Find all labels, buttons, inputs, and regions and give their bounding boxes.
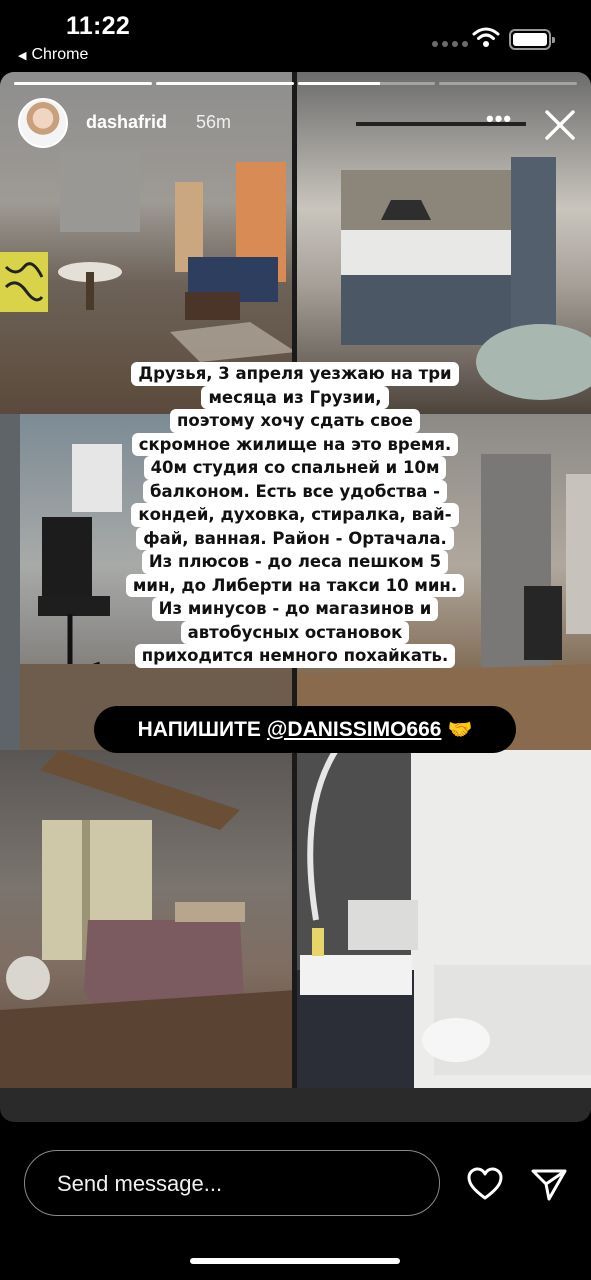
caption-line: месяца из Грузии, bbox=[201, 385, 389, 409]
story-timestamp: 56m bbox=[196, 112, 232, 132]
status-bar: 11:22 ◀ Chrome bbox=[0, 0, 591, 70]
caption-line: Друзья, 3 апреля уезжаю на три bbox=[131, 362, 459, 386]
story-segment bbox=[439, 82, 577, 85]
back-app-label: Chrome bbox=[31, 46, 89, 63]
story-caption: Друзья, 3 апреля уезжаю на три месяца из … bbox=[125, 362, 465, 668]
cellular-signal-icon bbox=[432, 41, 468, 47]
triangle-left-icon: ◀ bbox=[18, 49, 27, 62]
status-time: 11:22 bbox=[66, 12, 131, 40]
caption-line: Из минусов - до магазинов и bbox=[151, 597, 439, 621]
handshake-icon: 🤝 bbox=[447, 719, 473, 741]
bathroom-photo bbox=[296, 750, 591, 1088]
send-icon[interactable] bbox=[530, 1166, 568, 1202]
story-viewer[interactable]: dashafrid 56m ••• Друзья, 3 апреля уезжа… bbox=[0, 72, 591, 1122]
back-to-app-button[interactable]: ◀ Chrome bbox=[18, 46, 88, 64]
send-message-placeholder: Send message... bbox=[57, 1171, 223, 1196]
heart-icon[interactable] bbox=[466, 1166, 504, 1202]
contact-mention-sticker[interactable]: НАПИШИТЕ @DANISSIMO666 🤝 bbox=[94, 706, 516, 753]
cta-prefix: НАПИШИТЕ bbox=[137, 717, 261, 741]
story-username[interactable]: dashafrid bbox=[86, 112, 167, 133]
caption-line: 40м студия со спальней и 10м bbox=[143, 456, 447, 480]
caption-line: поэтому хочу сдать свое bbox=[170, 409, 420, 433]
story-progress bbox=[14, 82, 577, 85]
story-segment-active bbox=[297, 82, 436, 85]
story-segment bbox=[14, 82, 152, 85]
bedroom-photo bbox=[0, 750, 296, 1088]
caption-line: мин, до Либерти на такси 10 мин. bbox=[125, 573, 465, 597]
close-icon[interactable] bbox=[541, 106, 579, 144]
caption-line: приходится немного похайкать. bbox=[134, 644, 456, 668]
reply-bar: Send message... bbox=[0, 1122, 591, 1280]
caption-line: кондей, духовка, стиралка, вай- bbox=[131, 503, 459, 527]
send-message-input[interactable]: Send message... bbox=[24, 1150, 440, 1216]
mention-link[interactable]: @DANISSIMO666 bbox=[267, 718, 442, 742]
battery-icon bbox=[509, 29, 555, 50]
avatar[interactable] bbox=[18, 98, 68, 148]
wifi-icon bbox=[472, 27, 500, 47]
home-indicator[interactable] bbox=[190, 1258, 400, 1264]
caption-line: скромное жилище на это время. bbox=[131, 432, 459, 456]
caption-line: фай, ванная. Район - Ортачала. bbox=[136, 526, 454, 550]
story-segment bbox=[155, 82, 294, 85]
caption-line: балконом. Есть все удобства - bbox=[143, 479, 447, 503]
caption-line: Из плюсов - до леса пешком 5 bbox=[141, 550, 449, 574]
caption-line: автобусных остановок bbox=[180, 620, 410, 644]
more-options-icon[interactable]: ••• bbox=[486, 108, 512, 130]
